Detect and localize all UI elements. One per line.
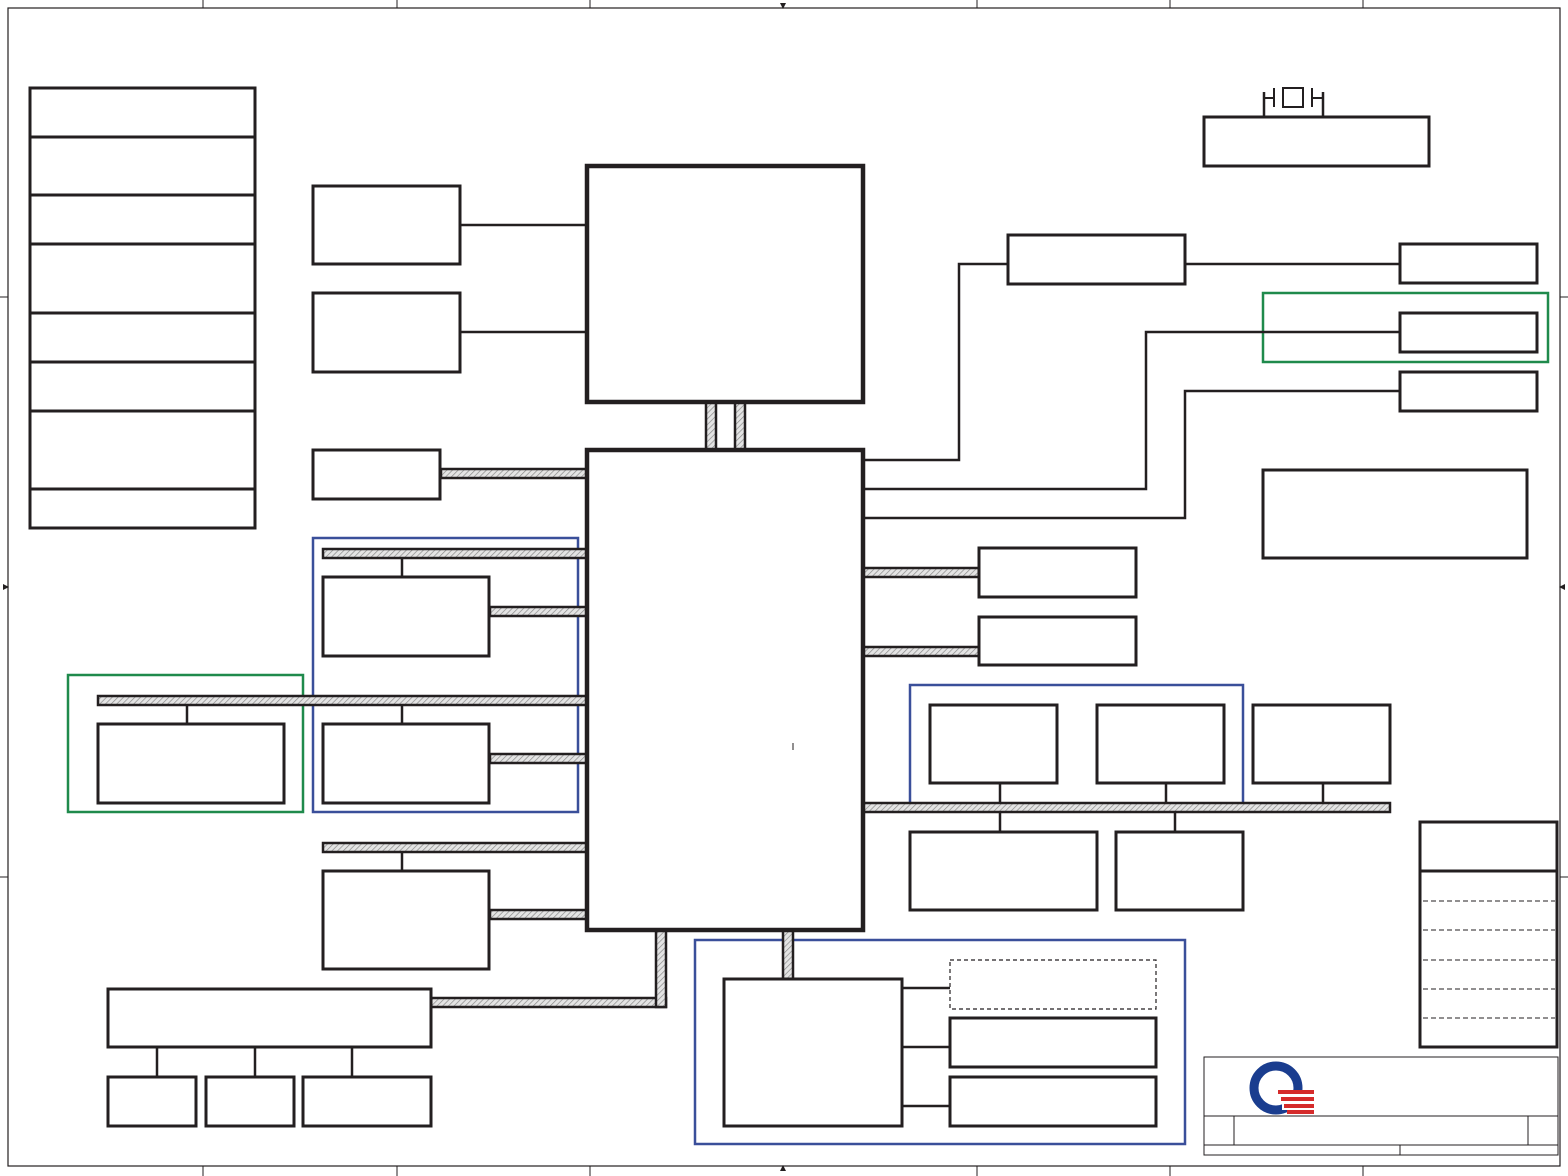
- block-right-2: [1398, 311, 1539, 354]
- device-block-3: [1251, 703, 1392, 785]
- optional-block: [949, 959, 1157, 1010]
- chipset-block: [584, 447, 866, 933]
- clock-block: [1202, 115, 1431, 168]
- bus-cpu-chipset-a: [704, 400, 718, 452]
- device-block-1: [928, 703, 1059, 785]
- chips: [584, 163, 866, 933]
- device-block-5: [1114, 830, 1245, 912]
- crystal-oscillator-icon: [1264, 87, 1323, 108]
- bus-bottom-v: [654, 928, 668, 1009]
- note-block: [1261, 468, 1529, 560]
- block-bottom-right-a: [948, 1016, 1158, 1069]
- block-left-upper: [321, 575, 491, 658]
- block-bottom-c: [301, 1075, 433, 1128]
- index-table: [28, 86, 257, 530]
- bus-bottom-h: [429, 996, 668, 1009]
- bus-right-long: [861, 801, 1392, 814]
- bus-right-b: [861, 645, 981, 658]
- block-diagram: [0, 0, 1568, 1176]
- company-logo-icon: [1249, 1061, 1314, 1115]
- bus-left-lower-b: [488, 908, 589, 921]
- block-bottom-b: [204, 1075, 296, 1128]
- bus-left-long: [96, 694, 589, 707]
- block-left-middle: [321, 722, 491, 805]
- block-bottom-a: [106, 1075, 198, 1128]
- block-right-3: [1398, 370, 1539, 413]
- device-block-2: [1095, 703, 1226, 785]
- bus-left-small: [439, 467, 589, 480]
- bus-bottom-center: [781, 928, 795, 981]
- block-right-bus-a: [977, 546, 1138, 599]
- block-right-bus-b: [977, 615, 1138, 667]
- bus-right-a: [861, 566, 981, 579]
- block-bottom-right-b: [948, 1075, 1158, 1128]
- revision-table: [1418, 820, 1559, 1049]
- controller-block: [722, 977, 904, 1128]
- bus-cpu-chipset-b: [733, 400, 747, 452]
- block-bottom-wide: [106, 987, 433, 1049]
- small-block-left: [311, 448, 442, 501]
- block-right-mid: [1006, 233, 1187, 286]
- device-block-4: [908, 830, 1099, 912]
- block-left-lower: [321, 869, 491, 971]
- cpu-block: [584, 163, 866, 405]
- memory-block-a: [311, 184, 462, 266]
- bus-left-mid-b: [488, 752, 589, 765]
- memory-block-b: [311, 291, 462, 374]
- block-green-left: [96, 722, 286, 805]
- bus-left-mid-a: [488, 605, 589, 618]
- block-right-1: [1398, 242, 1539, 285]
- bus-left-lower: [321, 841, 589, 854]
- bus-left-top: [321, 547, 589, 560]
